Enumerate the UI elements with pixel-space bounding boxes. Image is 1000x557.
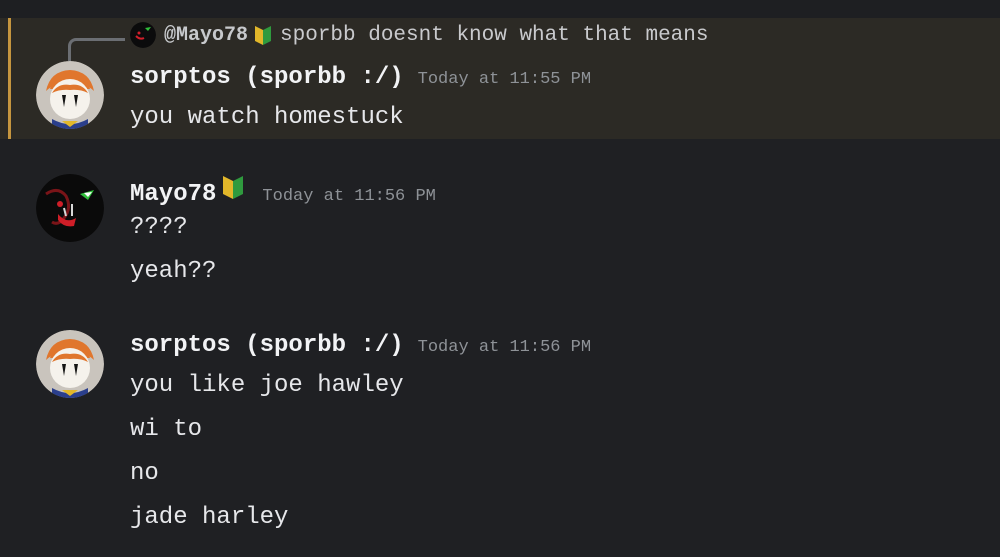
message-header: sorptos (sporbb :/) Today at 11:55 PM — [130, 64, 591, 91]
reply-preview[interactable]: @Mayo78 sporbb doesnt know what that mea… — [130, 22, 709, 48]
message-group[interactable]: Mayo78 Today at 11:56 PM ???? yeah?? — [0, 162, 1000, 302]
username[interactable]: Mayo78 — [130, 181, 216, 208]
message-text: jade harley — [130, 504, 289, 531]
reply-text[interactable]: sporbb doesnt know what that means — [280, 24, 708, 47]
sorptos-avatar-icon — [36, 61, 104, 129]
avatar[interactable] — [36, 174, 104, 242]
timestamp[interactable]: Today at 11:56 PM — [418, 338, 591, 357]
message-header: sorptos (sporbb :/) Today at 11:56 PM — [130, 332, 591, 359]
message-group[interactable]: sorptos (sporbb :/) Today at 11:56 PM yo… — [0, 318, 1000, 557]
chat-message-list: @Mayo78 sporbb doesnt know what that mea… — [0, 0, 1000, 557]
message-group[interactable]: @Mayo78 sporbb doesnt know what that mea… — [0, 18, 1000, 139]
reply-reference[interactable]: @Mayo78 sporbb doesnt know what that mea… — [66, 18, 966, 62]
sorptos-avatar-icon — [36, 330, 104, 398]
mayo78-avatar-icon — [36, 174, 104, 242]
beginner-badge-icon — [255, 26, 272, 45]
mayo78-avatar-icon — [130, 22, 156, 48]
username[interactable]: sorptos (sporbb :/) — [130, 64, 404, 91]
reply-author[interactable]: @Mayo78 — [164, 24, 248, 47]
message-text: you like joe hawley — [130, 372, 404, 399]
message-text: ???? — [130, 214, 188, 241]
message-text: yeah?? — [130, 258, 217, 285]
reply-spine-icon — [68, 38, 125, 61]
timestamp[interactable]: Today at 11:55 PM — [418, 70, 591, 89]
message-text: you watch homestuck — [130, 104, 404, 131]
timestamp[interactable]: Today at 11:56 PM — [262, 187, 435, 206]
username[interactable]: sorptos (sporbb :/) — [130, 332, 404, 359]
avatar[interactable] — [36, 61, 104, 129]
mention-highlight-bar — [8, 18, 11, 139]
beginner-badge-icon — [223, 176, 244, 199]
message-header: Mayo78 Today at 11:56 PM — [130, 174, 436, 208]
top-strip — [0, 0, 1000, 18]
reply-avatar[interactable] — [130, 22, 156, 48]
avatar[interactable] — [36, 330, 104, 398]
message-text: no — [130, 460, 159, 487]
message-text: wi to — [130, 416, 203, 443]
